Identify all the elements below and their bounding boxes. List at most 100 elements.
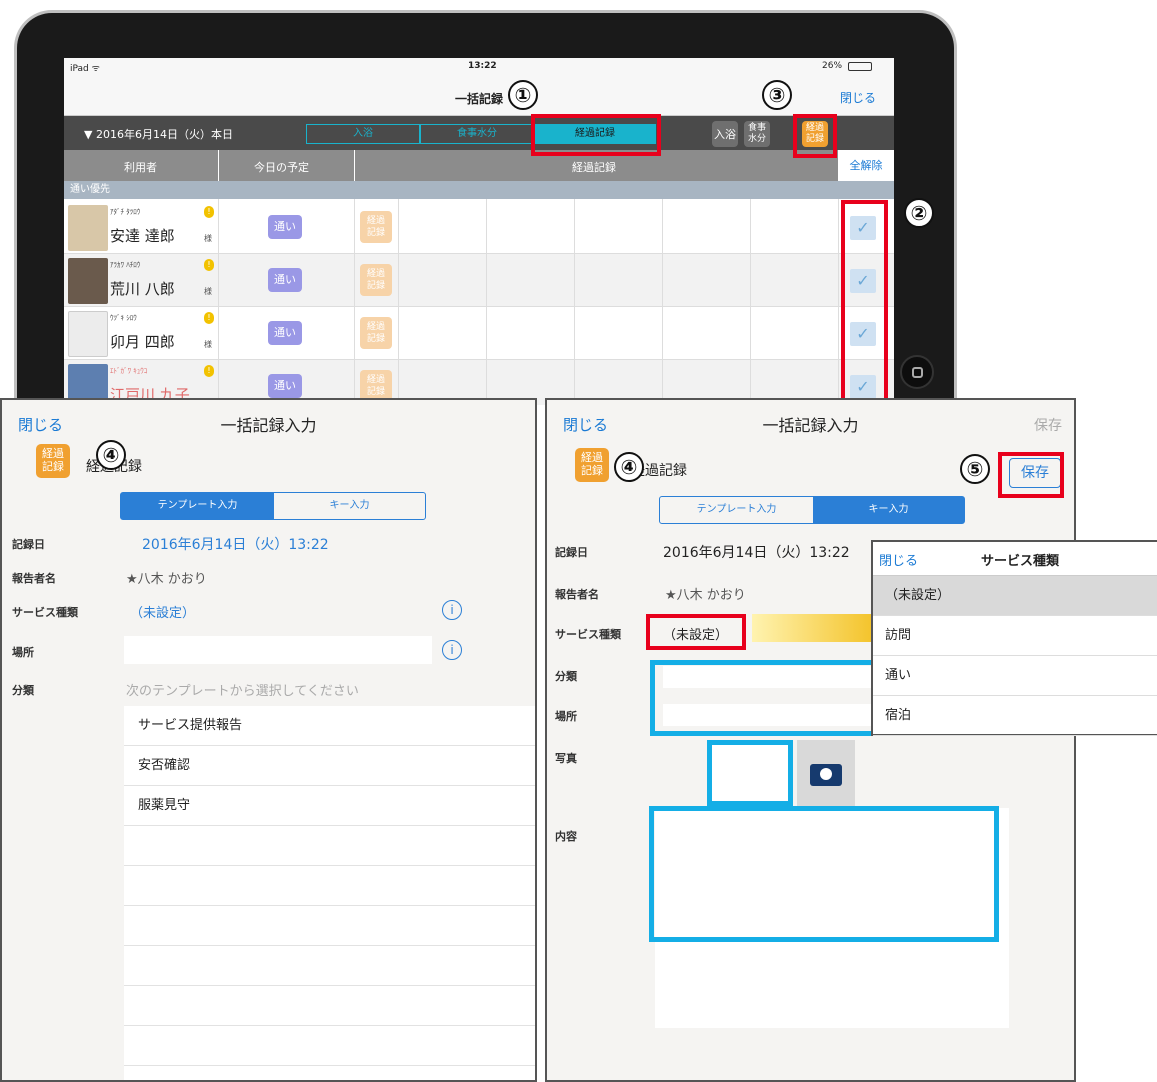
- user-name: 安達 達郎: [110, 227, 175, 245]
- divider: [354, 150, 355, 181]
- divider: [750, 199, 751, 405]
- tab-key-input[interactable]: キー入力: [274, 493, 425, 519]
- plan-badge: 通い: [268, 374, 302, 398]
- record-button[interactable]: 経過 記録: [360, 264, 392, 296]
- tab-template-input[interactable]: テンプレート入力: [121, 493, 274, 519]
- user-kana: ｱﾗｶﾜ ﾊﾁﾛｳ: [110, 261, 141, 269]
- date-value[interactable]: 2016年6月14日（火）13:22: [663, 542, 850, 562]
- user-kana: ｳﾂﾞｷ ｼﾛｳ: [110, 314, 137, 322]
- reporter-value: ★八木 かおり: [665, 588, 746, 603]
- list-item[interactable]: （未設定）: [873, 576, 1157, 616]
- tab-key-input[interactable]: キー入力: [813, 497, 964, 523]
- list-item[interactable]: 宿泊: [873, 696, 1157, 736]
- tab-template-input[interactable]: テンプレート入力: [660, 497, 813, 523]
- divider: [574, 199, 575, 405]
- highlight-box-icon: [793, 114, 837, 158]
- step-number: ①: [508, 80, 538, 110]
- photo-label: 写真: [555, 752, 577, 765]
- info-icon[interactable]: i: [442, 600, 462, 620]
- plan-badge: 通い: [268, 268, 302, 292]
- date-label: 記録日: [12, 538, 45, 551]
- tab-meal[interactable]: 食事水分: [420, 124, 534, 144]
- list-item[interactable]: 通い: [873, 656, 1157, 696]
- date-value[interactable]: 2016年6月14日（火）13:22: [142, 534, 329, 554]
- date-label: 記録日: [555, 546, 588, 559]
- step-number: ⑤: [960, 454, 990, 484]
- right-input-panel: 閉じる 一括記録入力 保存 経過 記録 経過記録 テンプレート入力 キー入力 保…: [545, 398, 1076, 1082]
- highlight-box-save: [998, 452, 1064, 498]
- progress-record-icon: 経過 記録: [575, 448, 609, 482]
- highlight-box-content: [649, 806, 999, 942]
- alert-icon: !: [204, 312, 214, 324]
- date-selector[interactable]: ▼ 2016年6月14日（火）本日: [84, 126, 233, 142]
- col-record: 経過記録: [572, 161, 616, 174]
- avatar: [68, 311, 108, 357]
- user-name: 荒川 八郎: [110, 280, 175, 298]
- camera-button[interactable]: [797, 740, 855, 806]
- list-item[interactable]: 訪問: [873, 616, 1157, 656]
- close-button[interactable]: 閉じる: [840, 89, 876, 106]
- list-item[interactable]: [124, 946, 535, 986]
- divider: [662, 199, 663, 405]
- info-icon[interactable]: i: [442, 640, 462, 660]
- user-name: 卯月 四郎: [110, 333, 175, 351]
- honorific: 様: [204, 340, 212, 349]
- list-item[interactable]: [124, 986, 535, 1026]
- template-list: サービス提供報告 安否確認 服薬見守: [124, 706, 535, 1080]
- list-item[interactable]: 服薬見守: [124, 786, 535, 826]
- battery-icon: [848, 62, 872, 71]
- panel-title: 一括記録入力: [220, 416, 317, 435]
- record-button[interactable]: 経過 記録: [360, 317, 392, 349]
- save-link[interactable]: 保存: [1034, 415, 1062, 435]
- reporter-label: 報告者名: [555, 588, 599, 601]
- popover-header: 閉じる サービス種類: [873, 542, 1157, 576]
- avatar: [68, 258, 108, 304]
- panel-title: 一括記録入力: [762, 416, 859, 435]
- place-label: 場所: [555, 710, 577, 723]
- list-item[interactable]: [124, 906, 535, 946]
- highlight-box-photo: [707, 740, 793, 806]
- reporter-label: 報告者名: [12, 572, 56, 585]
- highlight-box-checkboxes: [841, 200, 888, 405]
- record-button[interactable]: 経過 記録: [360, 211, 392, 243]
- clear-all-button[interactable]: 全解除: [838, 150, 894, 181]
- service-label: サービス種類: [12, 606, 78, 619]
- close-button[interactable]: 閉じる: [879, 550, 918, 569]
- step-number: ③: [762, 80, 792, 110]
- battery-level: 26%: [822, 61, 843, 71]
- table-row[interactable]: ｱﾀﾞﾁ ﾀﾂﾛｳ 安達 達郎 ! 様 通い 経過 記録 ✓: [64, 201, 894, 254]
- list-item[interactable]: [124, 866, 535, 906]
- category-label: 分類: [555, 670, 577, 683]
- device-label: iPad ᯤ: [70, 64, 100, 74]
- list-item[interactable]: サービス提供報告: [124, 706, 535, 746]
- col-user: 利用者: [124, 161, 157, 174]
- popover-title: サービス種類: [981, 554, 1060, 569]
- table-row[interactable]: ｱﾗｶﾜ ﾊﾁﾛｳ 荒川 八郎 ! 様 通い 経過 記録 ✓: [64, 254, 894, 307]
- table-row[interactable]: ｳﾂﾞｷ ｼﾛｳ 卯月 四郎 ! 様 通い 経過 記録 ✓: [64, 307, 894, 360]
- meal-icon[interactable]: 食事 水分: [744, 121, 770, 147]
- step-number: ④: [614, 452, 644, 482]
- list-item[interactable]: [124, 1026, 535, 1066]
- clock: 13:22: [468, 61, 497, 71]
- divider: [354, 199, 355, 405]
- service-value[interactable]: （未設定）: [130, 602, 195, 621]
- divider: [838, 199, 839, 405]
- honorific: 様: [204, 234, 212, 243]
- ipad-screen: iPad ᯤ 13:22 26% 一括記録 閉じる ▼ 2016年6月14日（火…: [64, 58, 894, 405]
- progress-record-icon: 経過 記録: [36, 444, 70, 478]
- list-item[interactable]: [124, 826, 535, 866]
- tab-bath[interactable]: 入浴: [306, 124, 420, 144]
- divider: [486, 199, 487, 405]
- highlight-box-service: [646, 614, 746, 650]
- home-button: [900, 355, 934, 389]
- alert-icon: !: [204, 259, 214, 271]
- place-input[interactable]: [124, 636, 432, 664]
- alert-icon: !: [204, 206, 214, 218]
- reporter-value: ★八木 かおり: [126, 572, 207, 587]
- list-item[interactable]: 安否確認: [124, 746, 535, 786]
- bath-icon[interactable]: 入浴: [712, 121, 738, 147]
- status-bar: iPad ᯤ 13:22 26%: [64, 58, 894, 76]
- step-number: ④: [96, 440, 126, 470]
- user-kana: ｱﾀﾞﾁ ﾀﾂﾛｳ: [110, 208, 141, 216]
- divider: [398, 199, 399, 405]
